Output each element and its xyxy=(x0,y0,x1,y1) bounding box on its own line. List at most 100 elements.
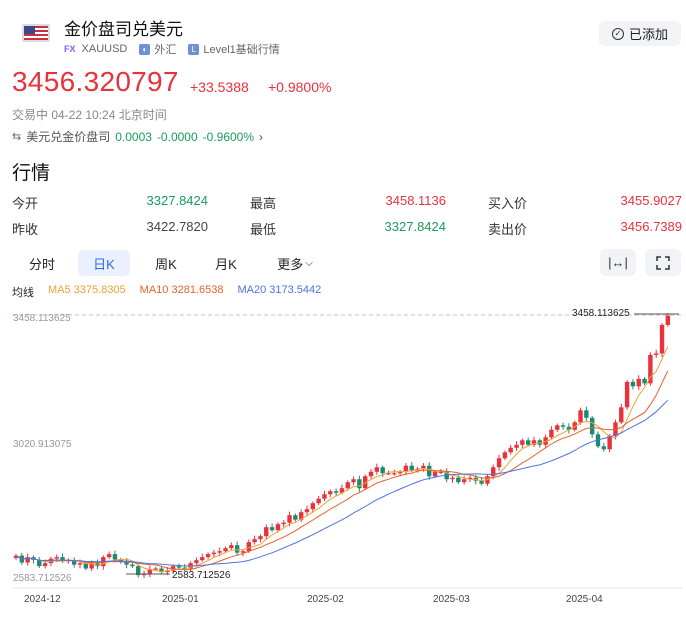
candle-body xyxy=(514,444,519,448)
tab-more[interactable]: 更多 ⌵ xyxy=(262,250,328,276)
candle-body xyxy=(252,539,257,543)
ask-value: 3456.7389 xyxy=(620,219,682,234)
fullscreen-button[interactable] xyxy=(645,249,681,276)
prev-close-value: 3422.7820 xyxy=(146,219,208,234)
max-marker-label: 3458.113625 xyxy=(572,308,630,319)
candle-body xyxy=(450,477,455,480)
ma5-value: MA5 3375.8305 xyxy=(48,284,126,296)
swap-icon: ⇆ xyxy=(12,131,22,143)
candle-body xyxy=(432,471,438,477)
candle-body xyxy=(357,479,362,489)
candle-body xyxy=(194,560,199,564)
ma-legend-title: 均线 xyxy=(12,287,34,299)
candle-body xyxy=(42,563,48,567)
ask-label: 卖出价 xyxy=(488,222,528,237)
candlestick-chart[interactable]: 3458.113625 3020.913075 2583.712526 3458… xyxy=(0,300,686,622)
candle-body xyxy=(589,417,595,435)
high-label: 最高 xyxy=(250,196,277,211)
candle-body xyxy=(461,479,467,483)
price-change-percent: +0.9800% xyxy=(268,79,332,95)
candle-body xyxy=(54,557,59,559)
candle-body xyxy=(258,536,263,540)
bid-label: 买入价 xyxy=(488,196,528,211)
ma10-line xyxy=(15,370,669,571)
candle-body xyxy=(549,429,554,438)
candle-body xyxy=(345,482,350,489)
candle-body xyxy=(392,473,397,475)
instrument-title: 金价盘司兑美元 xyxy=(64,20,183,39)
candle-body xyxy=(636,378,641,387)
fx-tag: FX xyxy=(64,44,76,54)
candle-body xyxy=(368,471,374,477)
candle-body xyxy=(246,542,251,552)
tab-intraday[interactable]: 分时 xyxy=(12,250,72,276)
symbol-code: XAUUSD xyxy=(81,43,128,55)
check-circle-icon: ✓ xyxy=(611,27,624,40)
candle-body xyxy=(77,563,83,565)
candle-body xyxy=(217,551,222,553)
ma10-value: MA10 3281.6538 xyxy=(139,284,224,296)
trading-status: 交易中 04-22 10:24 北京时间 xyxy=(12,108,167,122)
candle-body xyxy=(525,440,531,445)
market-label: 外汇 xyxy=(154,44,177,56)
prev-close-label: 昨收 xyxy=(12,222,39,237)
candle-body xyxy=(310,503,316,510)
x-tick-label: 2025-04 xyxy=(566,594,603,605)
tab-daily-k[interactable]: 日K xyxy=(78,250,130,276)
candle-body xyxy=(106,554,112,558)
candle-body xyxy=(456,477,461,483)
inverse-label: 美元兑金价盘司 xyxy=(26,130,111,144)
candle-body xyxy=(264,527,269,537)
fit-width-icon: |↔| xyxy=(608,255,628,270)
ma20-value: MA20 3173.5442 xyxy=(237,284,322,296)
candle-body xyxy=(624,381,630,408)
candle-body xyxy=(229,545,234,549)
candle-body xyxy=(304,509,310,513)
candle-body xyxy=(211,552,217,555)
added-watchlist-button[interactable]: ✓ 已添加 xyxy=(599,21,681,46)
candle-body xyxy=(491,467,496,477)
chevron-down-icon: ⌵ xyxy=(305,257,313,269)
candle-body xyxy=(560,425,566,427)
candle-body xyxy=(328,491,333,495)
added-label: 已添加 xyxy=(628,27,668,42)
x-tick-label: 2025-02 xyxy=(307,594,344,605)
open-label: 今开 xyxy=(12,196,39,211)
candle-body xyxy=(496,458,502,468)
level-label: Level1基础行情 xyxy=(203,44,280,56)
candle-body xyxy=(380,467,385,474)
tab-more-label: 更多 xyxy=(277,256,304,272)
ma20-line xyxy=(15,399,669,567)
candle-body xyxy=(409,465,414,471)
candle-body xyxy=(316,498,321,504)
open-value: 3327.8424 xyxy=(146,193,208,208)
tab-monthly-k[interactable]: 月K xyxy=(196,250,256,276)
y-label-top: 3458.113625 xyxy=(13,313,71,324)
fit-width-button[interactable]: |↔| xyxy=(600,249,636,276)
fullscreen-icon xyxy=(656,255,670,270)
y-label-bottom: 2583.712526 xyxy=(13,573,72,584)
candle-body xyxy=(234,545,240,553)
candle-body xyxy=(153,568,158,570)
candle-body xyxy=(176,566,182,568)
candle-body xyxy=(555,425,560,430)
tab-weekly-k[interactable]: 周K xyxy=(136,250,196,276)
inverse-change-percent: -0.9600% xyxy=(202,129,255,144)
inverse-price: 0.0003 xyxy=(115,129,152,144)
candle-body xyxy=(508,447,513,453)
candle-body xyxy=(112,554,118,560)
y-label-mid: 3020.913075 xyxy=(13,439,72,450)
min-marker-label: 2583.712526 xyxy=(172,570,231,581)
period-tabs: 分时 日K 周K 月K 更多 ⌵ xyxy=(12,250,328,276)
x-tick-label: 2025-01 xyxy=(162,594,199,605)
candle-body xyxy=(205,554,211,558)
price-change: +33.5388 xyxy=(190,79,249,95)
candle-body xyxy=(619,407,624,423)
low-label: 最低 xyxy=(250,222,277,237)
chevron-right-icon: › xyxy=(259,129,264,144)
candle-body xyxy=(502,452,508,459)
market-icon: ◐ xyxy=(139,43,151,55)
candle-body xyxy=(584,410,589,418)
candle-body xyxy=(665,315,671,325)
inverse-quote-link[interactable]: ⇆ 美元兑金价盘司 0.0003 -0.0000 -0.9600% › xyxy=(12,128,263,145)
